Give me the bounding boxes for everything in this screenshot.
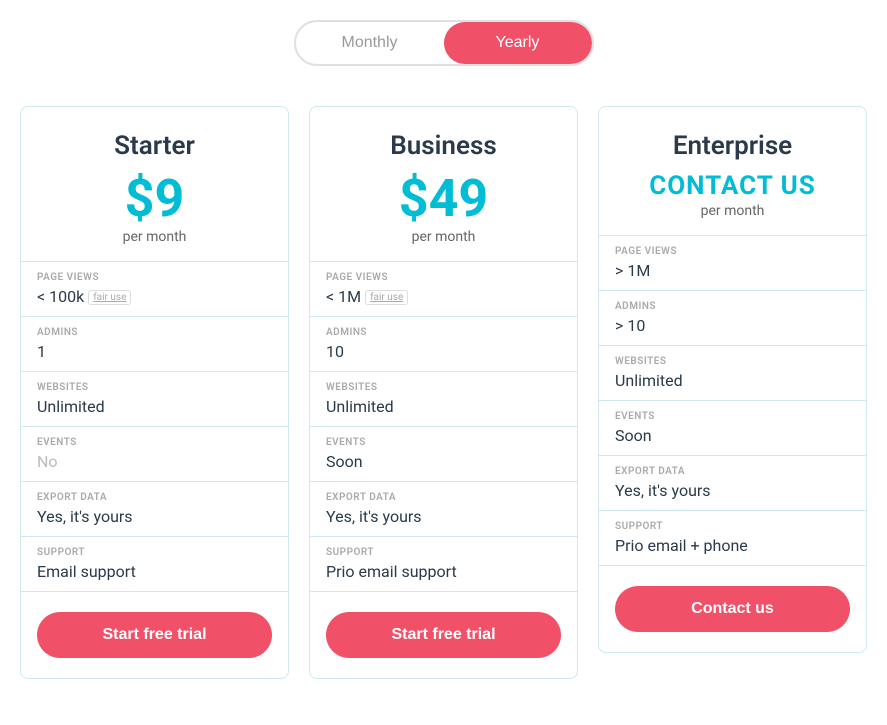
feature-value-starter-0: < 100kfair use bbox=[37, 287, 272, 306]
plan-price-business: $49 bbox=[330, 173, 557, 225]
feature-label-starter-5: SUPPORT bbox=[37, 547, 272, 558]
cta-button-enterprise[interactable]: Contact us bbox=[615, 586, 850, 632]
feature-row-starter-5: SUPPORT Email support bbox=[21, 537, 288, 592]
feature-value-business-3: Soon bbox=[326, 452, 561, 471]
feature-value-starter-2: Unlimited bbox=[37, 397, 272, 416]
feature-label-enterprise-2: WEBSITES bbox=[615, 356, 850, 367]
feature-value-business-5: Prio email support bbox=[326, 562, 561, 581]
feature-value-enterprise-0: > 1M bbox=[615, 261, 850, 280]
feature-row-business-3: EVENTS Soon bbox=[310, 427, 577, 482]
feature-label-business-1: ADMINS bbox=[326, 327, 561, 338]
feature-value-enterprise-3: Soon bbox=[615, 426, 850, 445]
feature-label-enterprise-0: PAGE VIEWS bbox=[615, 246, 850, 257]
feature-row-starter-3: EVENTS No bbox=[21, 427, 288, 482]
fair-use-tag[interactable]: fair use bbox=[88, 290, 131, 305]
feature-row-starter-4: EXPORT DATA Yes, it's yours bbox=[21, 482, 288, 537]
feature-label-starter-2: WEBSITES bbox=[37, 382, 272, 393]
feature-label-business-0: PAGE VIEWS bbox=[326, 272, 561, 283]
plan-card-business: Business $49 per month PAGE VIEWS < 1Mfair u… bbox=[309, 106, 578, 679]
feature-label-business-3: EVENTS bbox=[326, 437, 561, 448]
feature-label-starter-1: ADMINS bbox=[37, 327, 272, 338]
feature-label-enterprise-1: ADMINS bbox=[615, 301, 850, 312]
feature-row-starter-0: PAGE VIEWS < 100kfair use bbox=[21, 262, 288, 317]
plan-name-starter: Starter bbox=[41, 131, 268, 161]
yearly-toggle-btn[interactable]: Yearly bbox=[444, 22, 592, 64]
plan-name-enterprise: Enterprise bbox=[619, 131, 846, 161]
feature-value-enterprise-5: Prio email + phone bbox=[615, 536, 850, 555]
feature-value-starter-1: 1 bbox=[37, 342, 272, 361]
feature-value-enterprise-4: Yes, it's yours bbox=[615, 481, 850, 500]
feature-value-business-1: 10 bbox=[326, 342, 561, 361]
feature-row-business-4: EXPORT DATA Yes, it's yours bbox=[310, 482, 577, 537]
feature-label-enterprise-5: SUPPORT bbox=[615, 521, 850, 532]
feature-label-business-2: WEBSITES bbox=[326, 382, 561, 393]
feature-row-enterprise-0: PAGE VIEWS > 1M bbox=[599, 236, 866, 291]
plan-period-enterprise: per month bbox=[619, 203, 846, 219]
feature-value-starter-4: Yes, it's yours bbox=[37, 507, 272, 526]
plan-name-business: Business bbox=[330, 131, 557, 161]
feature-row-starter-1: ADMINS 1 bbox=[21, 317, 288, 372]
feature-row-starter-2: WEBSITES Unlimited bbox=[21, 372, 288, 427]
feature-row-business-1: ADMINS 10 bbox=[310, 317, 577, 372]
cta-button-business[interactable]: Start free trial bbox=[326, 612, 561, 658]
feature-value-starter-3: No bbox=[37, 452, 272, 471]
feature-label-enterprise-3: EVENTS bbox=[615, 411, 850, 422]
plan-header-starter: Starter $9 per month bbox=[21, 107, 288, 262]
feature-label-starter-0: PAGE VIEWS bbox=[37, 272, 272, 283]
feature-value-business-0: < 1Mfair use bbox=[326, 287, 561, 306]
feature-label-enterprise-4: EXPORT DATA bbox=[615, 466, 850, 477]
fair-use-tag[interactable]: fair use bbox=[365, 290, 408, 305]
plan-price-starter: $9 bbox=[41, 173, 268, 225]
plan-header-enterprise: Enterprise CONTACT US per month bbox=[599, 107, 866, 236]
plan-period-business: per month bbox=[330, 229, 557, 245]
feature-value-starter-5: Email support bbox=[37, 562, 272, 581]
feature-label-starter-4: EXPORT DATA bbox=[37, 492, 272, 503]
feature-row-enterprise-3: EVENTS Soon bbox=[599, 401, 866, 456]
feature-label-business-5: SUPPORT bbox=[326, 547, 561, 558]
plan-period-starter: per month bbox=[41, 229, 268, 245]
feature-value-enterprise-1: > 10 bbox=[615, 316, 850, 335]
feature-label-starter-3: EVENTS bbox=[37, 437, 272, 448]
plan-card-enterprise: Enterprise CONTACT US per month PAGE VIEWS >… bbox=[598, 106, 867, 653]
plan-price-enterprise: CONTACT US bbox=[619, 173, 846, 199]
plan-card-starter: Starter $9 per month PAGE VIEWS < 100kfair u… bbox=[20, 106, 289, 679]
feature-row-business-5: SUPPORT Prio email support bbox=[310, 537, 577, 592]
feature-row-business-2: WEBSITES Unlimited bbox=[310, 372, 577, 427]
feature-value-business-2: Unlimited bbox=[326, 397, 561, 416]
billing-toggle: Monthly Yearly bbox=[294, 20, 594, 66]
feature-row-enterprise-2: WEBSITES Unlimited bbox=[599, 346, 866, 401]
monthly-toggle-btn[interactable]: Monthly bbox=[296, 22, 444, 64]
feature-value-enterprise-2: Unlimited bbox=[615, 371, 850, 390]
feature-row-enterprise-1: ADMINS > 10 bbox=[599, 291, 866, 346]
feature-row-business-0: PAGE VIEWS < 1Mfair use bbox=[310, 262, 577, 317]
plan-header-business: Business $49 per month bbox=[310, 107, 577, 262]
feature-label-business-4: EXPORT DATA bbox=[326, 492, 561, 503]
feature-row-enterprise-5: SUPPORT Prio email + phone bbox=[599, 511, 866, 566]
feature-value-business-4: Yes, it's yours bbox=[326, 507, 561, 526]
feature-row-enterprise-4: EXPORT DATA Yes, it's yours bbox=[599, 456, 866, 511]
cta-button-starter[interactable]: Start free trial bbox=[37, 612, 272, 658]
plans-container: Starter $9 per month PAGE VIEWS < 100kfair u… bbox=[20, 106, 867, 679]
